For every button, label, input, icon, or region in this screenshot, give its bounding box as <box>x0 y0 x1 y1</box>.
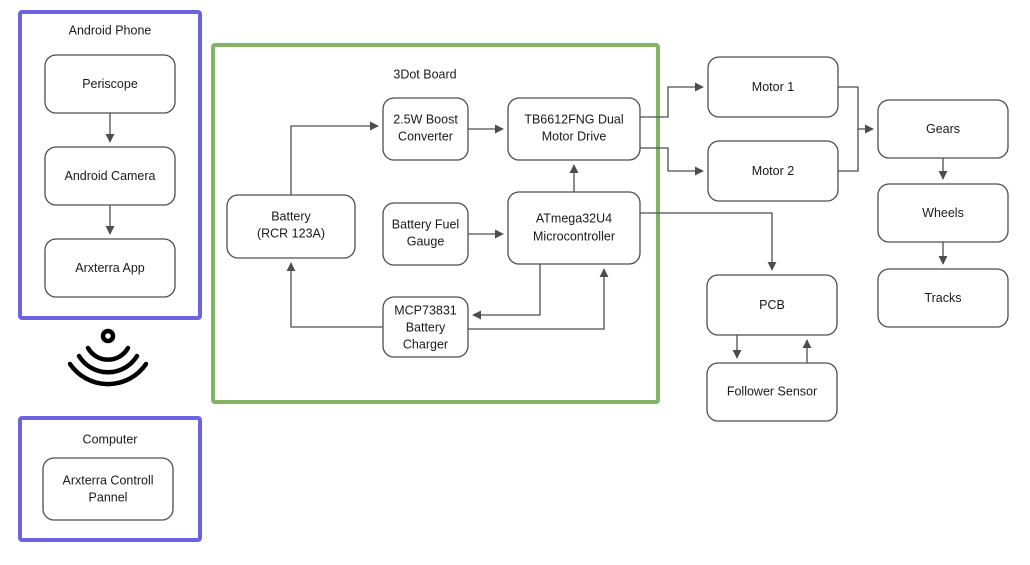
node-microcontroller-box[interactable] <box>507 191 641 265</box>
edge-battery-charger-to-microcontroller <box>468 268 609 330</box>
group-computer-title: Computer <box>83 432 138 446</box>
node-arxterra-app[interactable]: Arxterra App <box>44 238 176 298</box>
node-gears-box[interactable] <box>877 99 1009 159</box>
node-fuel-gauge[interactable]: Battery Fuel Gauge <box>382 202 469 266</box>
group-3dot-board-title: 3Dot Board <box>393 67 456 81</box>
node-motor-2-box[interactable] <box>707 140 839 202</box>
node-pcb[interactable]: PCB <box>706 274 838 336</box>
node-motor-1-box[interactable] <box>707 56 839 118</box>
edge-microcontroller-to-battery-charger <box>472 264 541 320</box>
node-android-camera-box[interactable] <box>44 146 176 206</box>
group-android-phone-title: Android Phone <box>69 23 152 37</box>
node-battery[interactable]: Battery (RCR 123A) <box>226 194 356 259</box>
node-fuel-gauge-box[interactable] <box>382 202 469 266</box>
node-android-camera[interactable]: Android Camera <box>44 146 176 206</box>
wifi-icon <box>67 328 149 387</box>
node-boost-converter-box[interactable] <box>382 97 469 161</box>
edge-motor-1-to-gears <box>838 86 874 134</box>
node-pcb-box[interactable] <box>706 274 838 336</box>
edge-motor-drive-to-motor-1 <box>640 82 704 118</box>
node-arxterra-control-panel-box[interactable] <box>42 457 174 521</box>
node-wheels[interactable]: Wheels <box>877 183 1009 243</box>
node-follower-sensor-box[interactable] <box>706 362 838 422</box>
node-tracks-box[interactable] <box>877 268 1009 328</box>
node-battery-charger-box[interactable] <box>382 296 469 358</box>
edge-motor-2-to-gears <box>838 129 859 172</box>
diagram-svg: Android Phone Periscope Android Camera A… <box>18 10 1009 542</box>
node-periscope[interactable]: Periscope <box>44 54 176 114</box>
node-boost-converter[interactable]: 2.5W Boost Converter <box>382 97 469 161</box>
node-gears[interactable]: Gears <box>877 99 1009 159</box>
node-arxterra-control-panel[interactable]: Arxterra Controll Pannel <box>42 457 174 521</box>
node-periscope-box[interactable] <box>44 54 176 114</box>
node-microcontroller[interactable]: ATmega32U4 Microcontroller <box>507 191 641 265</box>
node-motor-drive-box[interactable] <box>507 97 641 161</box>
edge-motor-drive-to-motor-2 <box>640 147 704 176</box>
edge-battery-charger-to-battery <box>286 262 383 328</box>
node-battery-charger[interactable]: MCP73831 Battery Charger <box>382 296 469 358</box>
node-tracks[interactable]: Tracks <box>877 268 1009 328</box>
edge-battery-to-boost-converter <box>290 121 379 195</box>
node-motor-drive[interactable]: TB6612FNG Dual Motor Drive <box>507 97 641 161</box>
node-motor-1[interactable]: Motor 1 <box>707 56 839 118</box>
node-follower-sensor[interactable]: Follower Sensor <box>706 362 838 422</box>
wifi-icon-arc-1 <box>85 345 131 362</box>
node-motor-2[interactable]: Motor 2 <box>707 140 839 202</box>
wifi-icon-dot <box>100 328 116 344</box>
node-arxterra-app-box[interactable] <box>44 238 176 298</box>
node-wheels-box[interactable] <box>877 183 1009 243</box>
block-diagram-canvas: Android Phone Periscope Android Camera A… <box>0 0 1030 565</box>
node-battery-box[interactable] <box>226 194 356 259</box>
